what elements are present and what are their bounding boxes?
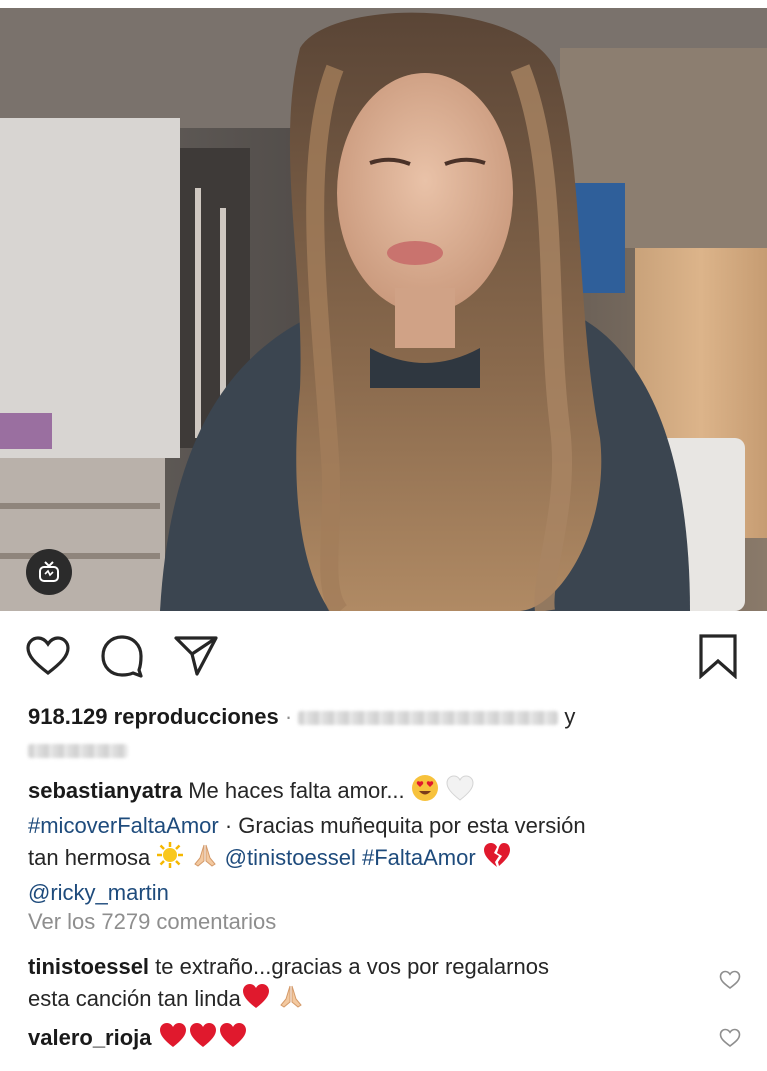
hashtag-link[interactable]: #FaltaAmor <box>362 845 476 870</box>
views-line: 918.129 reproducciones · y <box>28 701 745 732</box>
sun-emoji-icon <box>156 841 184 877</box>
broken-heart-emoji-icon <box>482 841 512 877</box>
comment-like-icon[interactable] <box>719 970 741 990</box>
caption: sebastianyatra Me haces falta amor... #m… <box>28 774 745 908</box>
hashtag-link[interactable]: #micoverFaltaAmor <box>28 813 219 838</box>
save-button[interactable] <box>694 628 742 684</box>
mention-link[interactable]: @ricky_martin <box>28 880 169 905</box>
video-player[interactable] <box>0 8 767 611</box>
comment: valero_rioja <box>28 1021 707 1057</box>
comment: tinistoessel te extraño...gracias a vos … <box>28 951 707 1018</box>
comment-username[interactable]: tinistoessel <box>28 954 149 979</box>
white-heart-emoji-icon <box>445 774 475 810</box>
praying-hands-emoji-icon <box>277 982 305 1018</box>
instagram-post: 918.129 reproducciones · y sebastianyatr… <box>0 0 767 1071</box>
speech-bubble-icon <box>101 635 143 678</box>
mention-link[interactable]: @tinistoessel <box>225 845 356 870</box>
blurred-username <box>298 711 559 726</box>
share-button[interactable] <box>172 628 220 684</box>
separator: · <box>284 704 293 729</box>
and-label: y <box>564 704 576 729</box>
caption-username[interactable]: sebastianyatra <box>28 778 182 803</box>
caption-text: · Gracias muñequita por esta versión <box>224 813 586 838</box>
like-button[interactable] <box>24 628 72 684</box>
paper-plane-icon <box>174 636 218 676</box>
caption-text: tan hermosa <box>28 845 151 870</box>
video-frame <box>0 8 767 611</box>
view-comments-link[interactable]: Ver los 7279 comentarios <box>28 906 745 937</box>
views-count: 918.129 <box>28 704 108 729</box>
red-heart-emoji-icon <box>218 1021 248 1057</box>
comment-username[interactable]: valero_rioja <box>28 1025 152 1050</box>
comment-text: esta canción tan linda <box>28 986 241 1011</box>
comment-button[interactable] <box>98 628 146 684</box>
red-heart-emoji-icon <box>158 1021 188 1057</box>
heart-eyes-emoji-icon <box>411 774 439 810</box>
comment-text: te extraño...gracias a vos por regalarno… <box>155 954 549 979</box>
caption-text: Me haces falta amor... <box>188 778 405 803</box>
red-heart-emoji-icon <box>241 982 271 1018</box>
heart-outline-icon <box>26 636 70 676</box>
views-line-2 <box>28 734 745 765</box>
blurred-username <box>28 744 128 759</box>
igtv-icon[interactable] <box>26 549 72 595</box>
comment-like-icon[interactable] <box>719 1028 741 1048</box>
praying-hands-emoji-icon <box>191 841 219 877</box>
action-bar <box>0 628 767 688</box>
views-label: reproducciones <box>113 704 279 729</box>
red-heart-emoji-icon <box>188 1021 218 1057</box>
bookmark-icon <box>699 634 737 679</box>
